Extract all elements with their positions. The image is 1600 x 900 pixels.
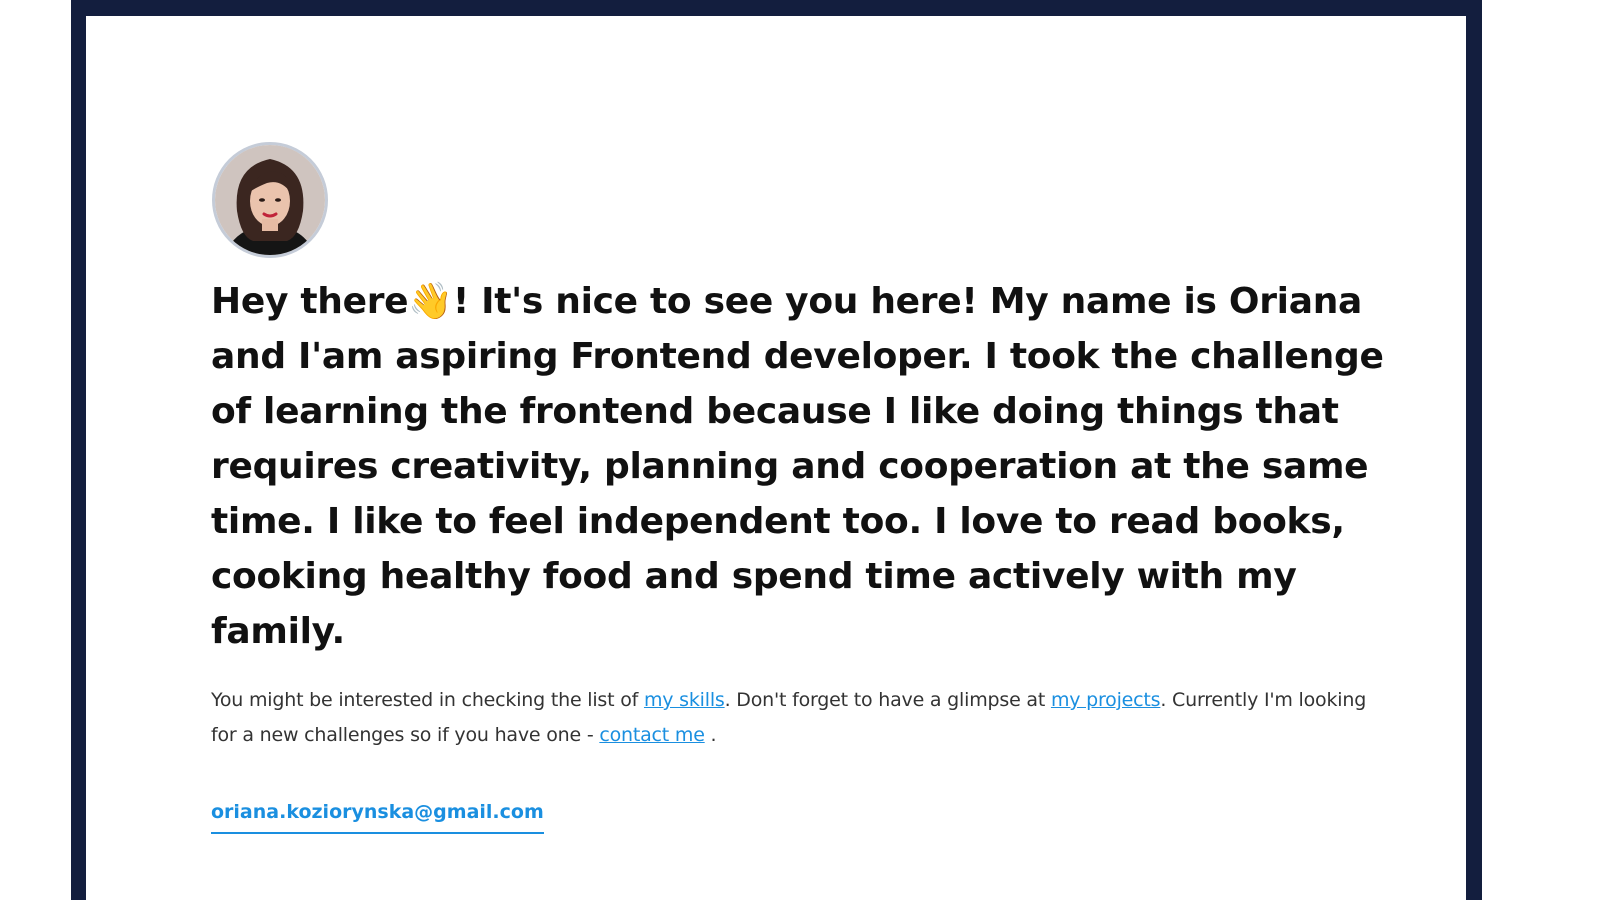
heading-text-rest: ! It's nice to see you here! My name is … xyxy=(211,281,1384,652)
heading-text-start: Hey there xyxy=(211,281,409,322)
paragraph-text-4: . xyxy=(704,724,717,746)
intro-paragraph: You might be interested in checking the … xyxy=(211,683,1371,753)
avatar-photo xyxy=(215,145,325,255)
paragraph-text-1: You might be interested in checking the … xyxy=(211,689,644,711)
waving-hand-icon: 👋 xyxy=(408,281,453,322)
paragraph-text-2: . Don't forget to have a glimpse at xyxy=(724,689,1051,711)
my-projects-link[interactable]: my projects xyxy=(1051,689,1161,711)
contact-me-link[interactable]: contact me xyxy=(599,724,705,746)
email-link[interactable]: oriana.koziorynska@gmail.com xyxy=(211,798,544,834)
intro-heading: Hey there👋! It's nice to see you here! M… xyxy=(211,274,1391,659)
my-skills-link[interactable]: my skills xyxy=(644,689,725,711)
avatar xyxy=(212,142,328,258)
